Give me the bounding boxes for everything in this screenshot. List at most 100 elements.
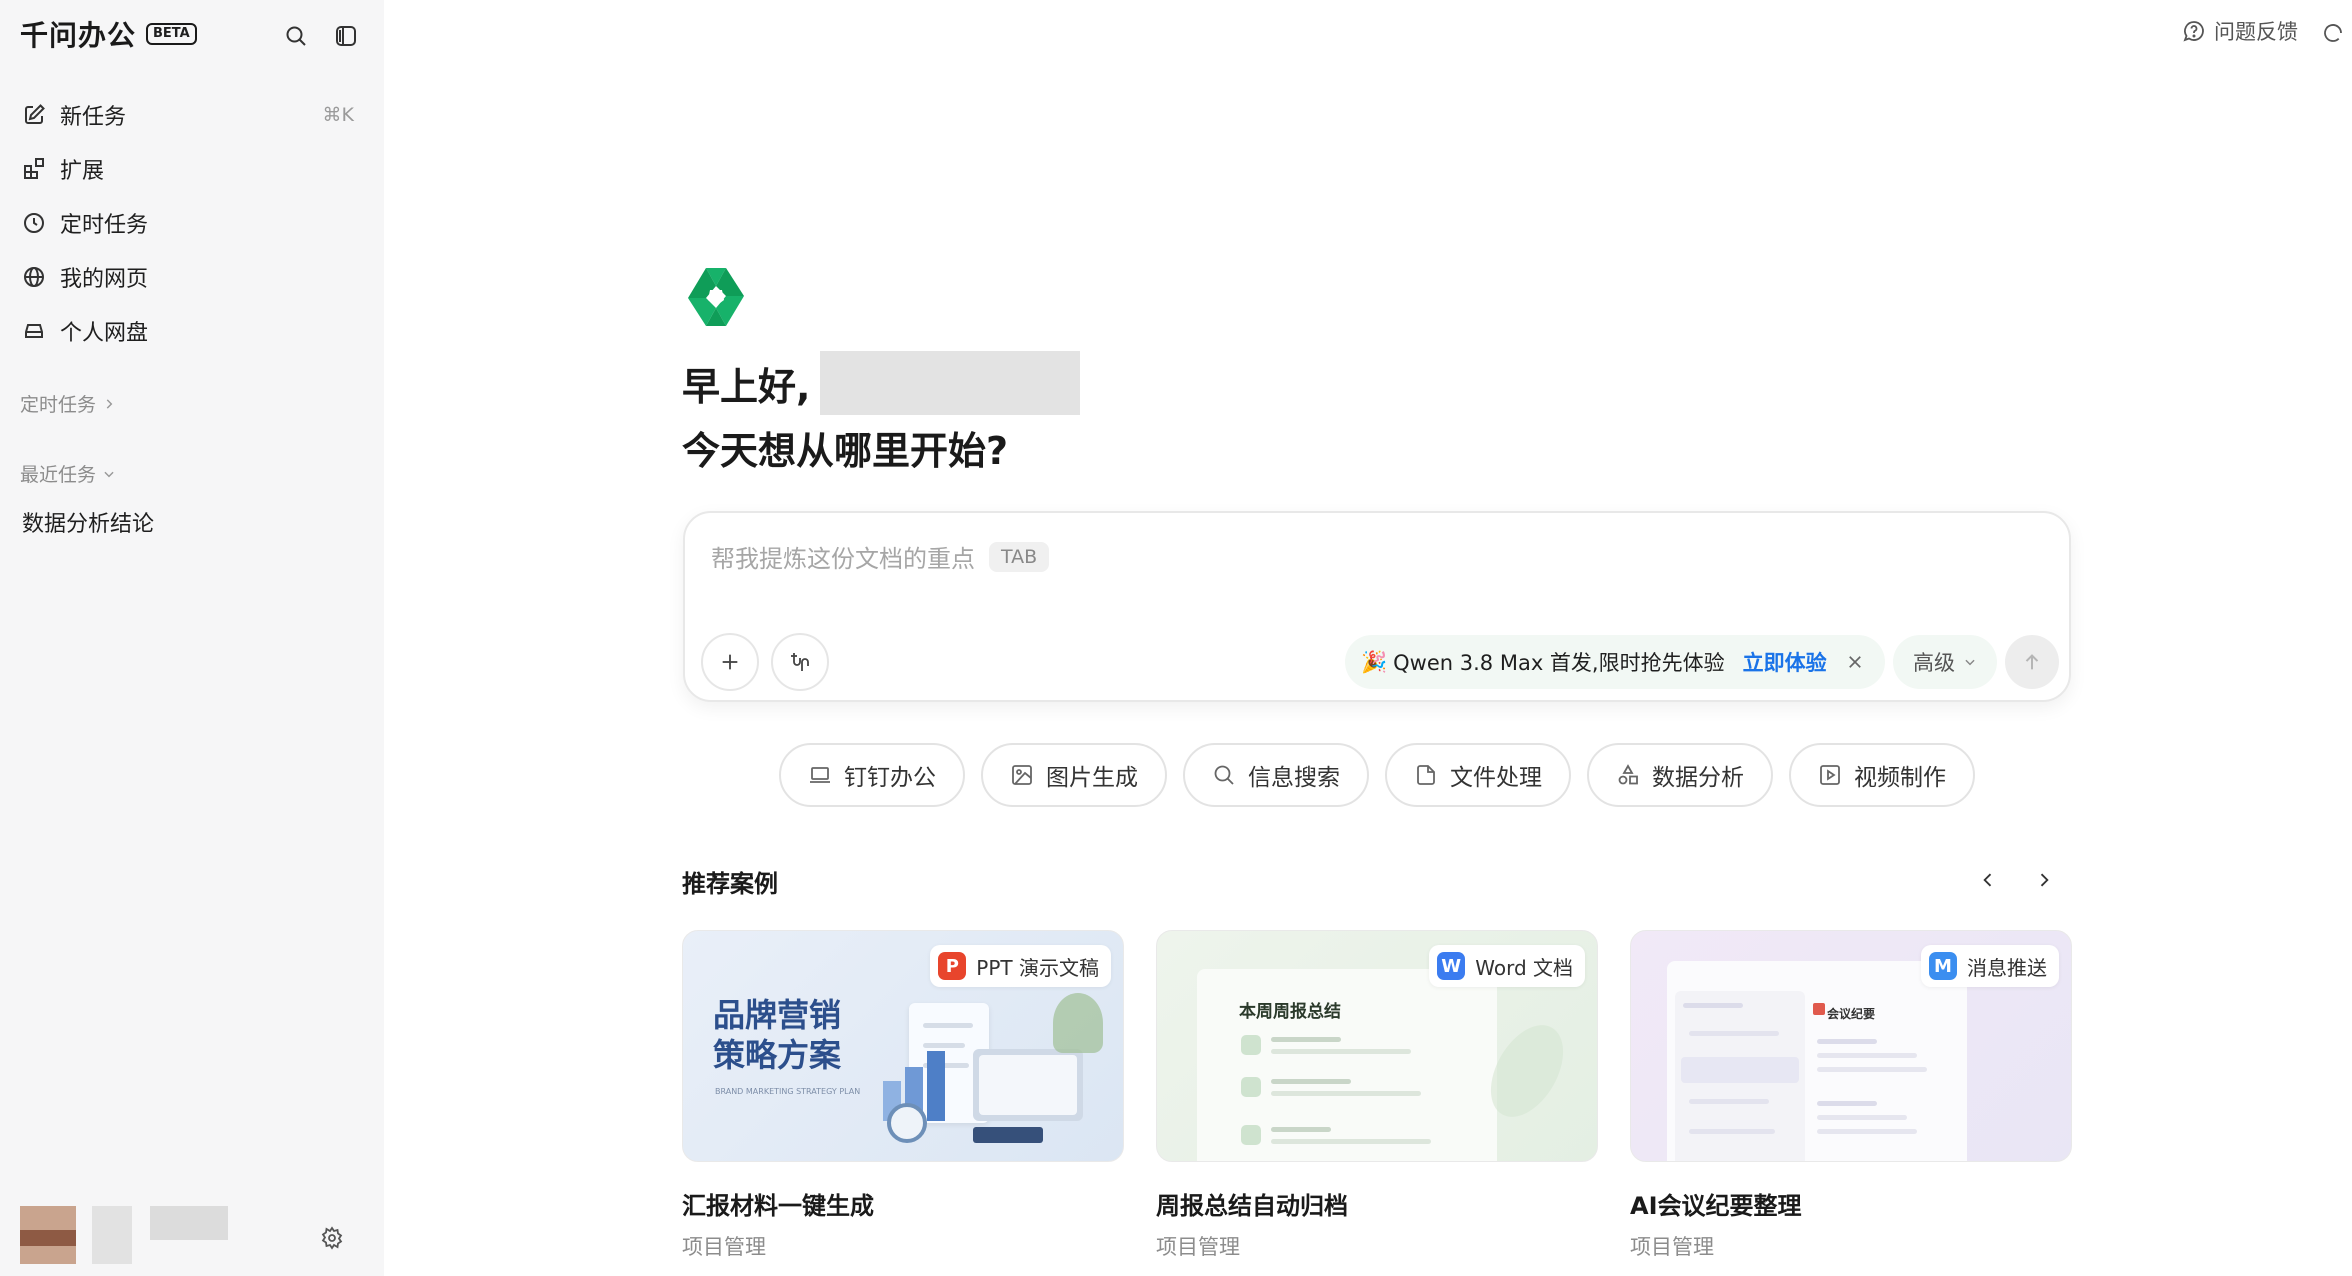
quick-actions: 钉钉办公 图片生成 信息搜索 文件处理 数据分析 视频制作	[779, 743, 1975, 807]
chevron-down-icon	[102, 467, 116, 481]
promo-text: Qwen 3.8 Max 首发,限时抢先体验	[1393, 651, 1725, 675]
sidebar: 千问办公 BETA 新任务 ⌘K 扩展 定时任务 我的网页 个人网盘 定时任务 …	[0, 0, 384, 1276]
sidebar-item-drive[interactable]: 个人网盘	[20, 304, 364, 358]
prompt-placeholder: 帮我提炼这份文档的重点	[711, 545, 975, 573]
chevron-down-icon	[1963, 655, 1977, 669]
feedback-label: 问题反馈	[2214, 20, 2298, 44]
chip-data[interactable]: 数据分析	[1587, 743, 1773, 807]
card-title: AI会议纪要整理	[1630, 1192, 1802, 1220]
prev-button[interactable]	[1970, 862, 2006, 898]
party-icon: 🎉	[1361, 649, 1388, 674]
feedback-button[interactable]: 问题反馈	[2182, 16, 2298, 46]
laptop-icon	[808, 763, 832, 787]
ppt-icon: P	[938, 952, 967, 980]
section-label: 最近任务	[20, 464, 97, 486]
thumb-caption: BRAND MARKETING STRATEGY PLAN	[715, 1087, 861, 1096]
add-attachment-button[interactable]	[701, 633, 759, 691]
card-title: 汇报材料一键生成	[682, 1192, 874, 1220]
clock-icon	[20, 209, 48, 237]
promo-banner: 🎉 Qwen 3.8 Max 首发,限时抢先体验 立即体验	[1345, 635, 1885, 689]
prompt-input[interactable]: 帮我提炼这份文档的重点 TAB	[711, 539, 1050, 574]
card-thumbnail: 本周周报总结 W Word 文档	[1156, 930, 1598, 1162]
badge-label: 消息推送	[1967, 955, 2047, 980]
app-window: 千问办公 BETA 新任务 ⌘K 扩展 定时任务 我的网页 个人网盘 定时任务 …	[0, 0, 2352, 1276]
card-title: 周报总结自动归档	[1156, 1192, 1348, 1220]
subgreeting: 今天想从哪里开始?	[682, 429, 1009, 473]
badge-label: PPT 演示文稿	[976, 955, 1099, 980]
section-label: 定时任务	[20, 394, 97, 416]
thumb-heading: 品牌营销 策略方案	[713, 996, 842, 1074]
help-bubble-icon	[2182, 19, 2206, 43]
chip-label: 钉钉办公	[844, 765, 936, 791]
toggle-sidebar-icon[interactable]	[330, 20, 362, 52]
type-badge: W Word 文档	[1429, 945, 1585, 987]
chip-image-gen[interactable]: 图片生成	[981, 743, 1167, 807]
sidebar-item-new-task[interactable]: 新任务 ⌘K	[20, 88, 364, 142]
chip-label: 信息搜索	[1248, 765, 1340, 791]
sidebar-item-label: 新任务	[60, 105, 127, 130]
thumb-heading: 会议纪要	[1827, 1007, 1876, 1021]
refresh-icon[interactable]	[2318, 18, 2348, 48]
user-profile[interactable]	[20, 1206, 230, 1264]
chip-label: 视频制作	[1854, 765, 1946, 791]
card-thumbnail: 会议纪要 M 消息推送	[1630, 930, 2072, 1162]
extensions-icon	[20, 155, 48, 183]
qwen-logo-icon	[686, 266, 746, 328]
gear-icon[interactable]	[316, 1222, 348, 1254]
chip-search[interactable]: 信息搜索	[1183, 743, 1369, 807]
sidebar-item-extensions[interactable]: 扩展	[20, 142, 364, 196]
chip-label: 图片生成	[1046, 765, 1138, 791]
search-icon	[1212, 763, 1236, 787]
message-icon: M	[1929, 952, 1957, 980]
tools-button[interactable]	[771, 633, 829, 691]
word-icon: W	[1437, 952, 1466, 980]
shortcut-hint: ⌘K	[322, 104, 354, 126]
play-icon	[1818, 763, 1842, 787]
edit-icon	[20, 101, 48, 129]
globe-icon	[20, 263, 48, 291]
next-button[interactable]	[2026, 862, 2062, 898]
case-card[interactable]: 会议纪要 M 消息推送 AI会议纪要整理 项目管理	[1630, 930, 2072, 1261]
send-button[interactable]	[2005, 635, 2059, 689]
model-level-select[interactable]: 高级	[1893, 635, 1997, 689]
sidebar-item-my-pages[interactable]: 我的网页	[20, 250, 364, 304]
file-icon	[1414, 763, 1438, 787]
scheduled-section-toggle[interactable]: 定时任务	[20, 390, 116, 417]
card-subtitle: 项目管理	[682, 1235, 766, 1259]
case-card[interactable]: 本周周报总结 W Word 文档 周报总结自动归档 项目管理	[1156, 930, 1598, 1261]
prompt-composer[interactable]: 帮我提炼这份文档的重点 TAB 🎉 Qwen 3.8 Max 首发,限时抢先体验…	[683, 511, 2071, 702]
recent-task-item[interactable]: 数据分析结论	[22, 506, 154, 538]
card-subtitle: 项目管理	[1630, 1235, 1714, 1259]
sidebar-header: 千问办公 BETA	[20, 14, 364, 54]
type-badge: P PPT 演示文稿	[930, 945, 1111, 987]
chip-file[interactable]: 文件处理	[1385, 743, 1571, 807]
chip-video[interactable]: 视频制作	[1789, 743, 1975, 807]
recent-section-toggle[interactable]: 最近任务	[20, 460, 116, 487]
close-icon[interactable]	[1841, 648, 1869, 676]
sidebar-item-label: 定时任务	[60, 213, 149, 238]
promo-cta-link[interactable]: 立即体验	[1743, 647, 1827, 677]
sidebar-item-label: 个人网盘	[60, 321, 149, 346]
card-subtitle: 项目管理	[1156, 1235, 1240, 1259]
sidebar-nav: 新任务 ⌘K 扩展 定时任务 我的网页 个人网盘	[20, 88, 364, 358]
type-badge: M 消息推送	[1921, 945, 2059, 987]
greeting: 早上好,	[682, 350, 1081, 416]
search-icon[interactable]	[280, 20, 312, 52]
brand-name: 千问办公	[20, 19, 137, 52]
case-card[interactable]: 品牌营销 策略方案 BRAND MARKETING STRATEGY PLAN …	[682, 930, 1124, 1261]
greeting-text: 早上好,	[682, 364, 811, 409]
chevron-right-icon	[102, 397, 116, 411]
chip-label: 文件处理	[1450, 765, 1542, 791]
sidebar-item-label: 我的网页	[60, 267, 149, 292]
card-thumbnail: 品牌营销 策略方案 BRAND MARKETING STRATEGY PLAN …	[682, 930, 1124, 1162]
sidebar-item-scheduled[interactable]: 定时任务	[20, 196, 364, 250]
chip-dingtalk[interactable]: 钉钉办公	[779, 743, 965, 807]
sidebar-item-label: 扩展	[60, 159, 105, 184]
beta-badge: BETA	[146, 23, 197, 45]
drive-icon	[20, 317, 48, 345]
section-title: 推荐案例	[682, 870, 778, 898]
badge-label: Word 文档	[1475, 955, 1573, 980]
shapes-icon	[1616, 763, 1640, 787]
model-level-label: 高级	[1913, 651, 1955, 675]
chip-label: 数据分析	[1652, 765, 1744, 791]
